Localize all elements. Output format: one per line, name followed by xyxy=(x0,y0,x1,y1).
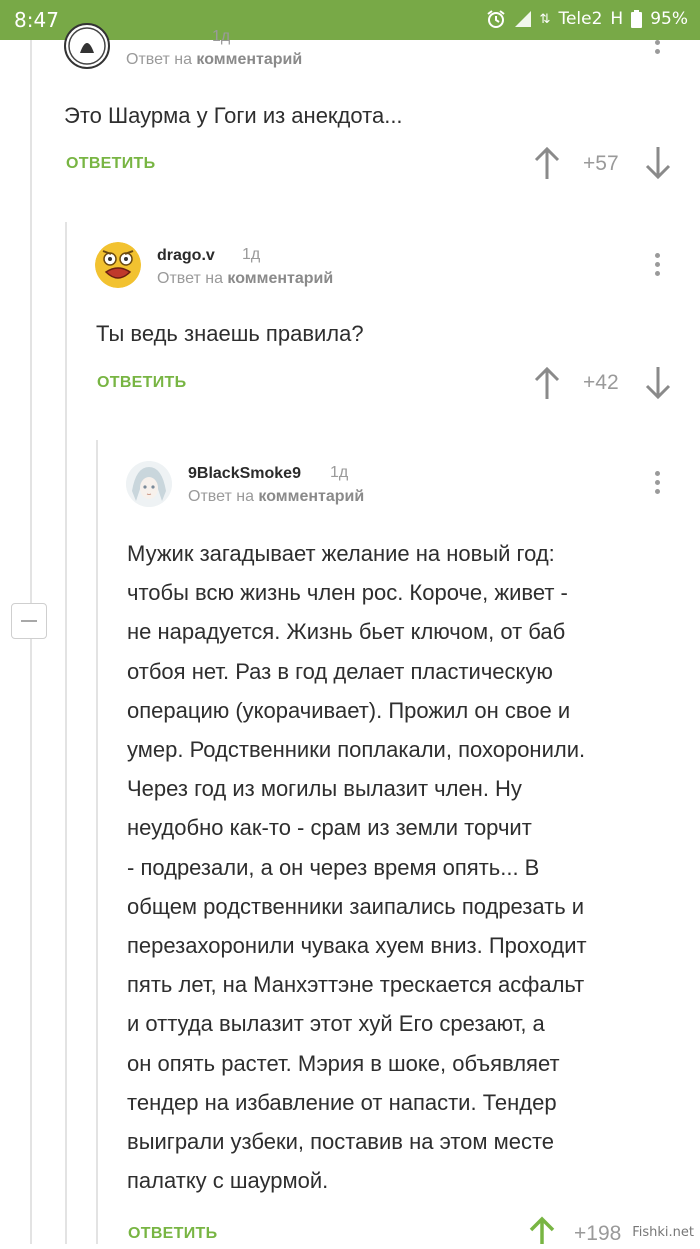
avatar[interactable] xyxy=(95,242,141,288)
comment-text: Это Шаурма у Гоги из анекдота... xyxy=(64,103,403,128)
upvote-arrow-icon[interactable] xyxy=(528,1216,556,1249)
avatar[interactable] xyxy=(64,23,110,69)
watermark: Fishki.net xyxy=(632,1225,694,1240)
comment-rating: +198 xyxy=(574,1222,622,1245)
comment-text-line: перезахоронили чувака хуем вниз. Проходи… xyxy=(127,933,587,959)
comment-text-line: неудобно как-то - срам из земли торчит xyxy=(127,815,532,841)
more-options-icon[interactable] xyxy=(655,253,661,280)
comment-text-line: операцию (укорачивает). Прожил он свое и xyxy=(127,697,571,723)
comment: 9BlackSmoke9 1д Ответ на комментарий Муж… xyxy=(0,440,700,1245)
reply-to-label: Ответ на комментарий xyxy=(188,488,364,506)
comment-text-line: пять лет, на Манхэттэне трескается асфал… xyxy=(127,972,585,998)
reply-to-prefix: Ответ на xyxy=(188,488,254,505)
comment-text-line: тендер на избавление от напасти. Тендер xyxy=(127,1089,557,1115)
comment: drago.v 1д Ответ на комментарий Ты ведь … xyxy=(0,222,700,422)
reply-button[interactable]: ОТВЕТИТЬ xyxy=(66,155,155,173)
comment-text-line: чтобы всю жизнь член рос. Короче, живет … xyxy=(127,580,568,606)
upvote-arrow-icon[interactable] xyxy=(533,146,561,185)
reply-to-label: Ответ на комментарий xyxy=(126,51,302,69)
comment-text-line: умер. Родственники поплакали, похоронили… xyxy=(127,737,586,763)
comment-text-line: отбоя нет. Раз в год делает пластическую xyxy=(127,658,553,684)
comment-text: Мужик загадывает желание на новый год: ч… xyxy=(127,534,687,1200)
upvote-arrow-icon[interactable] xyxy=(533,366,561,405)
reply-button[interactable]: ОТВЕТИТЬ xyxy=(128,1225,217,1243)
comment-time: 1д xyxy=(242,246,261,263)
reply-to-prefix: Ответ на xyxy=(126,51,192,68)
more-options-icon[interactable] xyxy=(655,471,661,498)
more-options-icon[interactable] xyxy=(655,40,661,58)
downvote-arrow-icon[interactable] xyxy=(644,146,672,185)
comment-rating: +42 xyxy=(583,371,619,394)
comment-text-line: палатку с шаурмой. xyxy=(127,1168,329,1194)
comment-text: Ты ведь знаешь правила? xyxy=(96,321,364,346)
reply-button[interactable]: ОТВЕТИТЬ xyxy=(97,374,186,392)
comment-text-line: Мужик загадывает желание на новый год: xyxy=(127,541,555,566)
comment-author[interactable]: drago.v xyxy=(157,247,215,265)
comment: 1д Ответ на комментарий Это Шаурма у Гог… xyxy=(0,0,700,200)
avatar[interactable] xyxy=(126,461,172,507)
comment-time: 1д xyxy=(212,28,231,45)
comment-text-line: - подрезали, а он через время опять... В xyxy=(127,854,540,880)
comment-author[interactable]: 9BlackSmoke9 xyxy=(188,465,301,483)
reply-to-prefix: Ответ на xyxy=(157,270,223,287)
reply-to-link[interactable]: комментарий xyxy=(196,51,302,68)
comment-text-line: общем родственники заипались подрезать и xyxy=(127,893,585,919)
downvote-arrow-icon[interactable] xyxy=(644,366,672,405)
comment-text-line: и оттуда вылазит этот хуй Его срезают, а xyxy=(127,1011,545,1037)
comment-time: 1д xyxy=(330,464,349,481)
reply-to-label: Ответ на комментарий xyxy=(157,270,333,288)
comment-text-line: он опять растет. Мэрия в шоке, объявляет xyxy=(127,1050,560,1076)
comment-text-line: Через год из могилы вылазит член. Ну xyxy=(127,776,522,802)
comment-text-line: не нарадуется. Жизнь бьет ключом, от баб xyxy=(127,619,566,645)
reply-to-link[interactable]: комментарий xyxy=(227,270,333,287)
reply-to-link[interactable]: комментарий xyxy=(258,488,364,505)
comment-rating: +57 xyxy=(583,152,619,175)
comment-text-line: выиграли узбеки, поставив на этом месте xyxy=(127,1129,555,1155)
